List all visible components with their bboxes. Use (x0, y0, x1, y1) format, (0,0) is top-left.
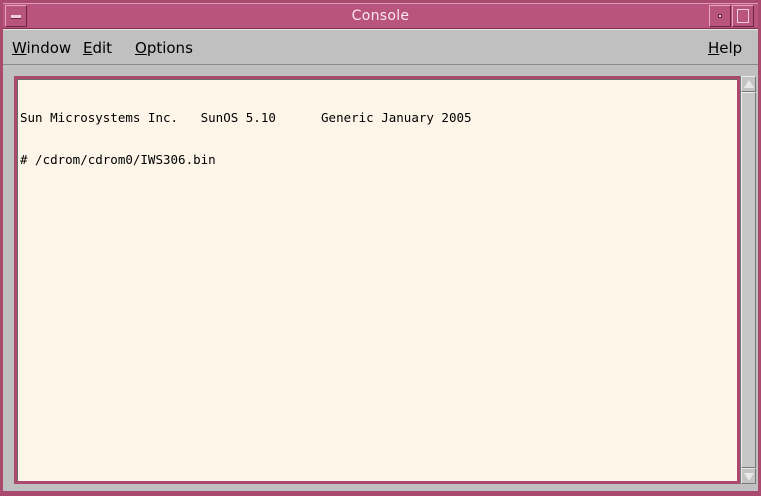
content-frame: Sun Microsystems Inc. SunOS 5.10 Generic… (3, 65, 758, 496)
menu-options-label: ptions (146, 39, 193, 57)
menu-edit-label: dit (92, 39, 113, 57)
window-bottom-border[interactable] (3, 491, 758, 496)
menu-edit[interactable]: Edit (83, 39, 112, 57)
menu-options-mnemonic: O (135, 39, 147, 57)
maximize-icon[interactable] (732, 5, 754, 27)
console-line-command: # /cdrom/cdrom0/IWS306.bin (20, 152, 216, 167)
console-line-banner: Sun Microsystems Inc. SunOS 5.10 Generic… (20, 110, 472, 125)
menu-bar: Window Edit Options Help (3, 29, 758, 65)
menu-options[interactable]: Options (135, 39, 193, 57)
menu-window-mnemonic: W (12, 39, 27, 57)
menu-window-label: indow (26, 39, 72, 57)
window-title: Console (351, 8, 410, 24)
console-text-area[interactable]: Sun Microsystems Inc. SunOS 5.10 Generic… (14, 76, 740, 484)
minimize-icon[interactable] (709, 5, 731, 27)
console-window: Console Window Edit Options Help Sun Mic… (0, 0, 761, 496)
scrollbar-thumb[interactable] (741, 92, 756, 468)
menu-help[interactable]: Help (708, 39, 742, 57)
title-bar[interactable]: Console (3, 3, 758, 29)
menu-window[interactable]: Window (12, 39, 71, 57)
menu-help-label: elp (719, 39, 743, 57)
console-output: Sun Microsystems Inc. SunOS 5.10 Generic… (20, 83, 472, 195)
vertical-scrollbar[interactable] (740, 76, 756, 484)
scroll-up-arrow-icon[interactable] (741, 76, 756, 92)
scroll-down-arrow-icon[interactable] (741, 468, 756, 484)
menu-help-mnemonic: H (708, 39, 720, 57)
